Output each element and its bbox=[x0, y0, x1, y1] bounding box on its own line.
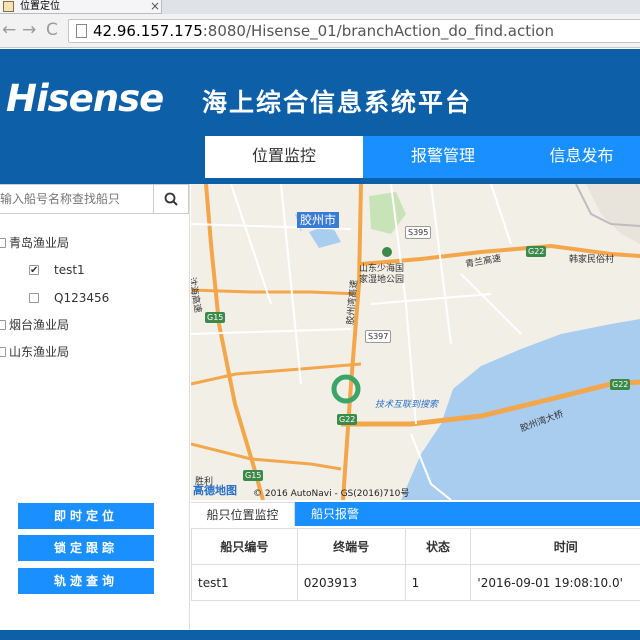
road-badge-s395: S395 bbox=[405, 226, 432, 239]
browser-tabstrip: 位置定位 × bbox=[0, 0, 640, 14]
road-south bbox=[191, 442, 342, 471]
road-badge-g22-east: G22 bbox=[610, 379, 631, 390]
realtime-locate-button[interactable]: 即时定位 bbox=[18, 503, 154, 529]
nav-tab-info-publish[interactable]: 信息发布 bbox=[523, 136, 640, 178]
road-badge-g22-south: G22 bbox=[337, 414, 358, 425]
table-row[interactable]: test1 0203913 1 '2016-09-01 19:08:10.0' bbox=[191, 564, 640, 601]
table-header-row: 船只编号 终端号 状态 时间 bbox=[191, 528, 640, 565]
map-label-hanjia: 韩家民俗村 bbox=[569, 255, 615, 265]
main-nav: 位置监控 报警管理 信息发布 bbox=[0, 136, 640, 178]
column-header-status[interactable]: 状态 bbox=[404, 528, 472, 565]
cell-status: 1 bbox=[404, 564, 472, 601]
column-header-time[interactable]: 时间 bbox=[470, 528, 640, 565]
tree-label-qingdao: 青岛渔业局 bbox=[9, 236, 70, 250]
park-area bbox=[369, 192, 406, 234]
ship-search-input[interactable] bbox=[0, 185, 150, 213]
page-favicon-icon bbox=[3, 1, 14, 12]
system-title: 海上综合信息系统平台 bbox=[202, 88, 473, 117]
road-shenhai bbox=[204, 184, 265, 500]
track-query-button[interactable]: 轨迹查询 bbox=[18, 568, 154, 594]
back-arrow-icon[interactable]: ← bbox=[2, 20, 16, 40]
footer-bar bbox=[0, 630, 640, 640]
road-jiaozhouwan bbox=[341, 184, 363, 500]
land-block bbox=[586, 184, 640, 244]
map-copyright: © 2016 AutoNavi - GS(2016)710号 bbox=[253, 489, 410, 499]
map-provider-logo: 高德地图 bbox=[193, 484, 237, 497]
tree-label-shandong: 山东渔业局 bbox=[9, 345, 70, 359]
forward-arrow-icon[interactable]: → bbox=[22, 20, 36, 40]
tree-label-test1: test1 bbox=[54, 263, 85, 277]
browser-tab[interactable]: 位置定位 × bbox=[0, 0, 162, 14]
park-marker-icon bbox=[382, 247, 392, 257]
road-badge-g22: G22 bbox=[526, 246, 547, 257]
map-label-park: 山东少海国 家湿地公园 bbox=[359, 264, 405, 285]
address-bar[interactable]: 42.96.157.175:8080/Hisense_01/branchActi… bbox=[68, 19, 640, 43]
tree-checkbox-shandong[interactable] bbox=[0, 347, 6, 357]
road-badge-s397: S397 bbox=[365, 330, 392, 343]
tree-checkbox-yantai[interactable] bbox=[0, 320, 6, 330]
page-icon bbox=[76, 24, 87, 38]
tree-checkbox-qingdao[interactable] bbox=[0, 238, 6, 248]
bottom-panel: 船只位置监控 船只报警 船只编号 终端号 状态 时间 test1 0203913… bbox=[191, 502, 640, 630]
tree-label-yantai: 烟台渔业局 bbox=[9, 318, 70, 332]
browser-toolbar: ← → C 42.96.157.175:8080/Hisense_01/bran… bbox=[0, 14, 640, 48]
column-header-terminal[interactable]: 终端号 bbox=[296, 528, 406, 565]
tree-checkbox-test1[interactable] bbox=[29, 261, 39, 281]
nav-tab-location-monitor[interactable]: 位置监控 bbox=[205, 136, 363, 178]
tab-title: 位置定位 bbox=[20, 1, 60, 12]
watermark-logo-icon bbox=[331, 374, 361, 404]
search-button[interactable] bbox=[154, 184, 189, 214]
hisense-logo: Hisense bbox=[6, 77, 164, 120]
cell-time: '2016-09-01 19:08:10.0' bbox=[470, 564, 640, 601]
tab-ship-alarm[interactable]: 船只报警 bbox=[295, 502, 640, 526]
map-label-city: 胶州市 bbox=[297, 212, 340, 228]
tree-checkbox-q123456[interactable] bbox=[29, 293, 39, 303]
column-header-ship-id[interactable]: 船只编号 bbox=[191, 528, 298, 565]
left-panel: 青岛渔业局 test1 Q123456 烟台渔业局 山东渔业局 即时定位 锁定跟… bbox=[0, 184, 190, 630]
lock-track-button[interactable]: 锁定跟踪 bbox=[18, 535, 154, 561]
map-view[interactable]: 胶州市 山东少海国 家湿地公园 青兰高速 韩家民俗村 胶州湾大桥 沈海高速 胶州… bbox=[191, 184, 640, 500]
ship-table: 船只编号 终端号 状态 时间 test1 0203913 1 '2016-09-… bbox=[191, 528, 640, 601]
url-text: 42.96.157.175:8080/Hisense_01/branchActi… bbox=[93, 22, 554, 40]
tree-label-q123456: Q123456 bbox=[54, 291, 110, 305]
url-host: 42.96.157.175 bbox=[93, 22, 203, 40]
url-path: :8080/Hisense_01/branchAction_do_find.ac… bbox=[202, 22, 554, 40]
cell-terminal: 0203913 bbox=[296, 564, 406, 601]
tab-ship-position-monitor[interactable]: 船只位置监控 bbox=[191, 502, 295, 526]
road-badge-g15-south: G15 bbox=[243, 470, 264, 481]
nav-tab-alarm-management[interactable]: 报警管理 bbox=[363, 136, 523, 178]
search-icon bbox=[164, 192, 178, 206]
cell-ship-id: test1 bbox=[191, 564, 298, 601]
road-badge-g15: G15 bbox=[205, 312, 226, 323]
reload-icon[interactable]: C bbox=[46, 20, 58, 40]
map-watermark-text: 技术互联到搜索 bbox=[375, 400, 439, 410]
ship-search-box bbox=[0, 184, 154, 214]
tab-close-icon[interactable]: × bbox=[150, 0, 160, 13]
